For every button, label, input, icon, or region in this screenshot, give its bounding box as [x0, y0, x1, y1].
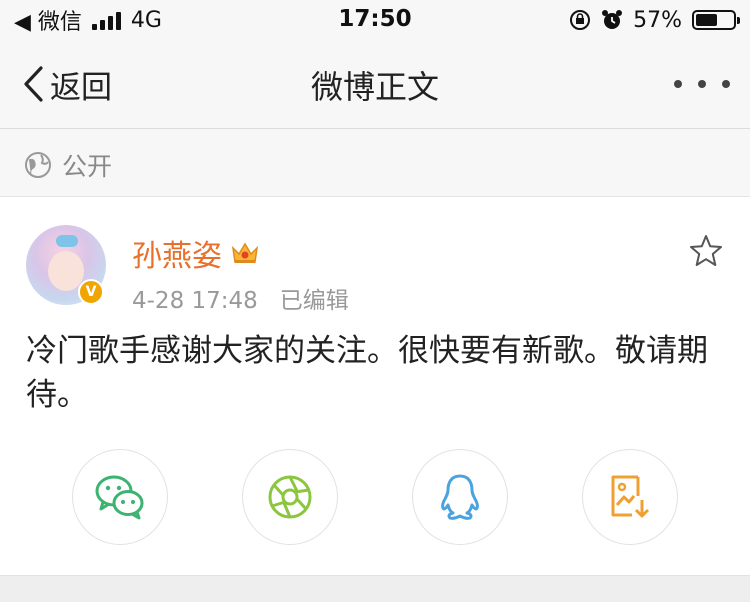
author-name-row[interactable]: 孙燕姿 [132, 231, 260, 275]
share-moments-button[interactable] [242, 449, 338, 545]
moments-icon [268, 475, 312, 519]
edited-label: 已编辑 [279, 288, 349, 314]
more-dot-icon [722, 80, 730, 88]
visibility-label: 公开 [62, 152, 113, 181]
alarm-icon [602, 10, 623, 29]
more-dot-icon [674, 80, 682, 88]
author-name[interactable]: 孙燕姿 [132, 231, 222, 275]
post-date: 4-28 17:48 [132, 288, 258, 314]
post-card: V 孙燕姿 4-28 17:48 已编辑 冷门歌手感谢大家的关注。很快要有新歌。敬… [0, 197, 750, 575]
crown-icon [231, 242, 259, 263]
status-right: 57% [569, 6, 740, 34]
bottom-separator [0, 575, 750, 602]
navigation-bar: 返回 微博正文 [0, 40, 750, 129]
battery-icon [692, 10, 740, 30]
rotation-lock-icon [570, 10, 591, 30]
share-row [0, 449, 750, 549]
more-options-button[interactable] [674, 72, 730, 96]
save-image-icon [611, 475, 650, 518]
avatar-bow [56, 235, 78, 247]
favorite-star-icon[interactable] [688, 233, 724, 269]
share-wechat-button[interactable] [72, 449, 168, 545]
verified-badge: V [78, 279, 104, 305]
more-dot-icon [698, 80, 706, 88]
share-qq-button[interactable] [412, 449, 508, 545]
qq-icon [441, 474, 479, 520]
post-text: 冷门歌手感谢大家的关注。很快要有新歌。敬请期待。 [26, 333, 708, 413]
visibility-row: 公开 [0, 129, 750, 197]
page-title: 微博正文 [310, 68, 439, 106]
globe-icon [25, 152, 51, 178]
save-image-button[interactable] [582, 449, 678, 545]
status-bar: ◀ 微信 4G 17:50 57% [0, 0, 750, 40]
battery-percent: 57% [633, 7, 682, 33]
wechat-icon [95, 475, 144, 520]
post-meta: 4-28 17:48 已编辑 [132, 281, 349, 315]
